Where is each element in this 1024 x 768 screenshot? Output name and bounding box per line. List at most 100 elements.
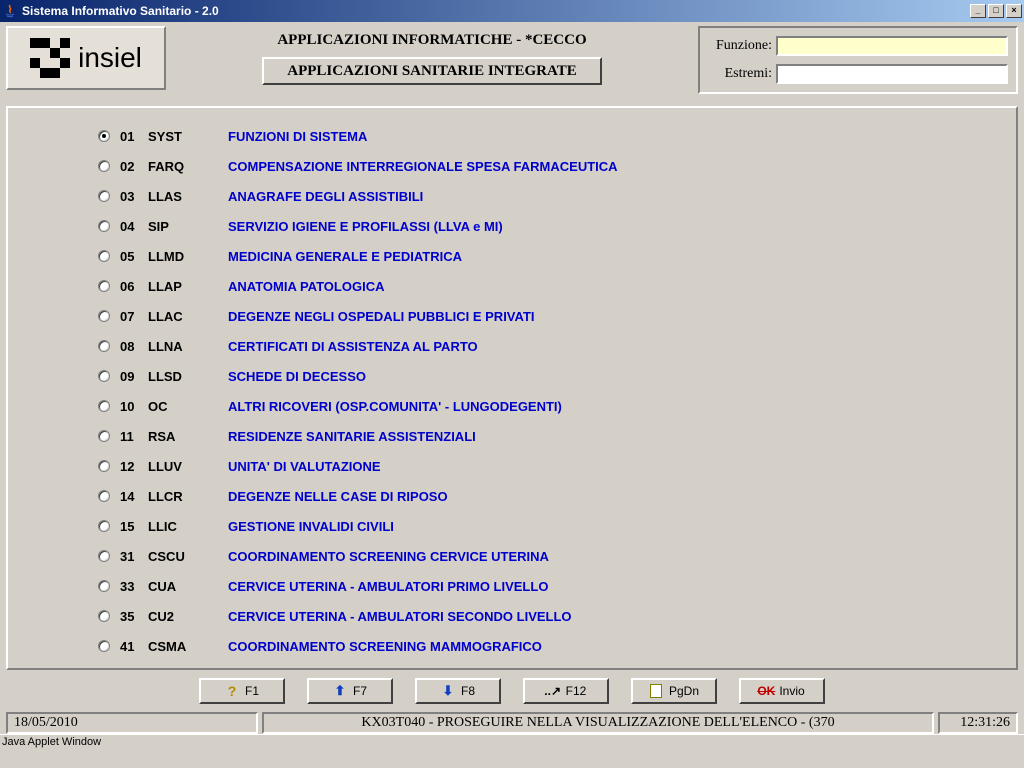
- menu-row[interactable]: 08LLNACERTIFICATI DI ASSISTENZA AL PARTO: [98, 336, 996, 356]
- menu-code: LLIC: [148, 519, 228, 534]
- menu-code: FARQ: [148, 159, 228, 174]
- menu-desc-link[interactable]: FUNZIONI DI SISTEMA: [228, 129, 367, 144]
- menu-num: 33: [120, 579, 148, 594]
- menu-desc-link[interactable]: ALTRI RICOVERI (OSP.COMUNITA' - LUNGODEG…: [228, 399, 562, 414]
- menu-desc-link[interactable]: DEGENZE NEGLI OSPEDALI PUBBLICI E PRIVAT…: [228, 309, 535, 324]
- menu-num: 10: [120, 399, 148, 414]
- menu-row[interactable]: 05LLMDMEDICINA GENERALE E PEDIATRICA: [98, 246, 996, 266]
- main-nav-button[interactable]: APPLICAZIONI SANITARIE INTEGRATE: [262, 57, 602, 85]
- menu-code: OC: [148, 399, 228, 414]
- menu-radio[interactable]: [98, 160, 110, 172]
- close-button[interactable]: ×: [1006, 4, 1022, 18]
- menu-code: LLAC: [148, 309, 228, 324]
- minimize-button[interactable]: _: [970, 4, 986, 18]
- menu-radio[interactable]: [98, 490, 110, 502]
- menu-radio[interactable]: [98, 190, 110, 202]
- menu-desc-link[interactable]: CERVICE UTERINA - AMBULATORI PRIMO LIVEL…: [228, 579, 548, 594]
- menu-desc-link[interactable]: SERVIZIO IGIENE E PROFILASSI (LLVA e MI): [228, 219, 503, 234]
- menu-radio[interactable]: [98, 370, 110, 382]
- menu-row[interactable]: 03LLASANAGRAFE DEGLI ASSISTIBILI: [98, 186, 996, 206]
- menu-row[interactable]: 06LLAPANATOMIA PATOLOGICA: [98, 276, 996, 296]
- menu-num: 11: [120, 429, 148, 444]
- menu-code: LLAP: [148, 279, 228, 294]
- maximize-button[interactable]: □: [988, 4, 1004, 18]
- window-titlebar: Sistema Informativo Sanitario - 2.0 _ □ …: [0, 0, 1024, 22]
- menu-row[interactable]: 14LLCRDEGENZE NELLE CASE DI RIPOSO: [98, 486, 996, 506]
- menu-desc-link[interactable]: CERTIFICATI DI ASSISTENZA AL PARTO: [228, 339, 478, 354]
- menu-row[interactable]: 09LLSDSCHEDE DI DECESSO: [98, 366, 996, 386]
- menu-row[interactable]: 33CUACERVICE UTERINA - AMBULATORI PRIMO …: [98, 576, 996, 596]
- f1-button[interactable]: ? F1: [199, 678, 285, 704]
- menu-desc-link[interactable]: CERVICE UTERINA - AMBULATORI SECONDO LIV…: [228, 609, 572, 624]
- menu-radio[interactable]: [98, 460, 110, 472]
- menu-num: 31: [120, 549, 148, 564]
- menu-code: CSMA: [148, 639, 228, 654]
- menu-num: 02: [120, 159, 148, 174]
- menu-num: 04: [120, 219, 148, 234]
- menu-radio[interactable]: [98, 550, 110, 562]
- menu-desc-link[interactable]: DEGENZE NELLE CASE DI RIPOSO: [228, 489, 448, 504]
- menu-desc-link[interactable]: COMPENSAZIONE INTERREGIONALE SPESA FARMA…: [228, 159, 618, 174]
- menu-num: 41: [120, 639, 148, 654]
- pgdn-label: PgDn: [669, 684, 699, 698]
- menu-row[interactable]: 35CU2CERVICE UTERINA - AMBULATORI SECOND…: [98, 606, 996, 626]
- menu-radio[interactable]: [98, 520, 110, 532]
- f12-button[interactable]: ..↗ F12: [523, 678, 609, 704]
- status-bar: 18/05/2010 KX03T040 - PROSEGUIRE NELLA V…: [6, 712, 1018, 734]
- f8-button[interactable]: ⬇ F8: [415, 678, 501, 704]
- logo-icon: [30, 38, 70, 78]
- arrow-up-icon: ⬆: [333, 684, 347, 698]
- menu-row[interactable]: 10OCALTRI RICOVERI (OSP.COMUNITA' - LUNG…: [98, 396, 996, 416]
- menu-desc-link[interactable]: ANATOMIA PATOLOGICA: [228, 279, 384, 294]
- menu-row[interactable]: 07LLACDEGENZE NEGLI OSPEDALI PUBBLICI E …: [98, 306, 996, 326]
- menu-radio[interactable]: [98, 430, 110, 442]
- menu-row[interactable]: 15LLICGESTIONE INVALIDI CIVILI: [98, 516, 996, 536]
- function-key-bar: ? F1 ⬆ F7 ⬇ F8 ..↗ F12 PgDn OK Invio: [6, 678, 1018, 704]
- dots-icon: ..↗: [546, 684, 560, 698]
- menu-row[interactable]: 04SIPSERVIZIO IGIENE E PROFILASSI (LLVA …: [98, 216, 996, 236]
- menu-row[interactable]: 31CSCUCOORDINAMENTO SCREENING CERVICE UT…: [98, 546, 996, 566]
- menu-row[interactable]: 02FARQCOMPENSAZIONE INTERREGIONALE SPESA…: [98, 156, 996, 176]
- menu-row[interactable]: 41CSMACOORDINAMENTO SCREENING MAMMOGRAFI…: [98, 636, 996, 656]
- menu-radio[interactable]: [98, 340, 110, 352]
- arrow-down-icon: ⬇: [441, 684, 455, 698]
- status-message: KX03T040 - PROSEGUIRE NELLA VISUALIZZAZI…: [262, 712, 934, 734]
- menu-radio[interactable]: [98, 610, 110, 622]
- menu-radio[interactable]: [98, 580, 110, 592]
- menu-num: 12: [120, 459, 148, 474]
- menu-radio[interactable]: [98, 640, 110, 652]
- estremi-input[interactable]: [776, 64, 1008, 84]
- menu-row[interactable]: 12LLUVUNITA' DI VALUTAZIONE: [98, 456, 996, 476]
- menu-row[interactable]: 11RSARESIDENZE SANITARIE ASSISTENZIALI: [98, 426, 996, 446]
- menu-desc-link[interactable]: SCHEDE DI DECESSO: [228, 369, 366, 384]
- menu-radio[interactable]: [98, 250, 110, 262]
- menu-radio[interactable]: [98, 130, 110, 142]
- menu-desc-link[interactable]: UNITA' DI VALUTAZIONE: [228, 459, 381, 474]
- java-icon: [2, 3, 18, 19]
- f7-label: F7: [353, 684, 367, 698]
- menu-desc-link[interactable]: COORDINAMENTO SCREENING MAMMOGRAFICO: [228, 639, 542, 654]
- menu-radio[interactable]: [98, 310, 110, 322]
- menu-radio[interactable]: [98, 400, 110, 412]
- menu-radio[interactable]: [98, 280, 110, 292]
- invio-button[interactable]: OK Invio: [739, 678, 825, 704]
- menu-desc-link[interactable]: COORDINAMENTO SCREENING CERVICE UTERINA: [228, 549, 549, 564]
- menu-row[interactable]: 01SYSTFUNZIONI DI SISTEMA: [98, 126, 996, 146]
- funzione-input[interactable]: [776, 36, 1008, 56]
- menu-desc-link[interactable]: RESIDENZE SANITARIE ASSISTENZIALI: [228, 429, 476, 444]
- menu-code: LLMD: [148, 249, 228, 264]
- funzione-label: Funzione:: [708, 38, 772, 54]
- menu-desc-link[interactable]: ANAGRAFE DEGLI ASSISTIBILI: [228, 189, 423, 204]
- menu-radio[interactable]: [98, 220, 110, 232]
- f7-button[interactable]: ⬆ F7: [307, 678, 393, 704]
- menu-panel: 01SYSTFUNZIONI DI SISTEMA 02FARQCOMPENSAZ…: [6, 106, 1018, 670]
- menu-desc-link[interactable]: MEDICINA GENERALE E PEDIATRICA: [228, 249, 462, 264]
- applet-footer: Java Applet Window: [0, 734, 1024, 749]
- menu-num: 01: [120, 129, 148, 144]
- menu-code: SIP: [148, 219, 228, 234]
- menu-code: LLCR: [148, 489, 228, 504]
- pgdn-button[interactable]: PgDn: [631, 678, 717, 704]
- page-subtitle: APPLICAZIONI INFORMATICHE - *CECCO: [277, 32, 586, 49]
- menu-desc-link[interactable]: GESTIONE INVALIDI CIVILI: [228, 519, 394, 534]
- menu-code: CUA: [148, 579, 228, 594]
